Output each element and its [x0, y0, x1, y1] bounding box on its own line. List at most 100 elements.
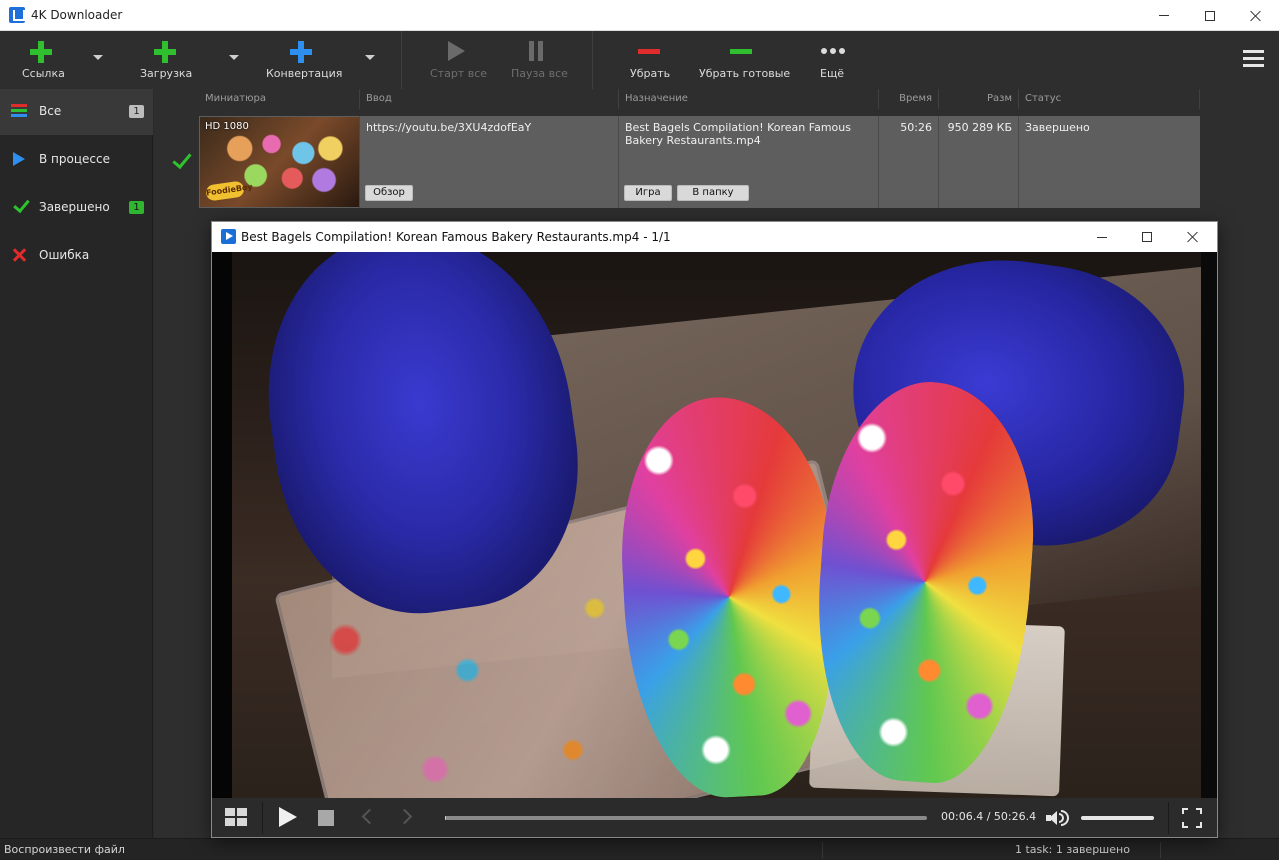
media-player-window: Best Bagels Compilation! Korean Famous B… — [212, 222, 1217, 837]
remove-done-button[interactable]: Убрать готовые — [695, 31, 791, 89]
sidebar-item-label: Ошибка — [39, 248, 90, 262]
playlist-grid-icon[interactable] — [225, 808, 247, 826]
player-app-icon — [221, 229, 236, 244]
start-all-button[interactable]: Старт все — [425, 31, 487, 89]
error-x-icon — [11, 247, 27, 263]
completed-checkmark-icon — [171, 152, 191, 172]
volume-speaker-icon[interactable] — [1046, 810, 1070, 826]
sidebar-item-in-progress[interactable]: В процессе — [0, 137, 153, 183]
sidebar-item-label: В процессе — [39, 152, 110, 166]
close-icon — [1250, 10, 1262, 22]
app-logo-icon — [9, 7, 25, 23]
column-header-thumbnail[interactable]: Миниатюра — [199, 89, 360, 109]
play-button-icon[interactable] — [279, 807, 297, 827]
add-download-label: Загрузка — [140, 67, 193, 80]
maximize-button[interactable] — [1187, 0, 1233, 31]
minus-red-icon — [638, 49, 660, 54]
convert-dropdown-chevron-icon[interactable] — [365, 55, 375, 60]
add-convert-button[interactable]: Конвертация — [262, 31, 342, 89]
volume-level — [1081, 816, 1154, 820]
next-chevron-icon[interactable] — [396, 808, 413, 825]
remove-label: Убрать — [630, 67, 671, 80]
more-label: Ещё — [820, 67, 845, 80]
count-badge: 1 — [129, 201, 144, 214]
play-icon — [448, 41, 465, 61]
column-header-size[interactable]: Разм — [939, 89, 1019, 109]
minimize-button[interactable] — [1141, 0, 1187, 31]
size-cell: 950 289 КБ — [939, 116, 1019, 208]
thumbnail-cell: HD 1080 FoodieBoy — [199, 116, 360, 208]
sidebar-item-label: Завершено — [39, 200, 110, 214]
column-header-status[interactable]: Статус — [1019, 89, 1200, 109]
previous-chevron-icon[interactable] — [361, 808, 378, 825]
stop-button-icon[interactable] — [318, 810, 334, 826]
destination-cell: Best Bagels Compilation! Korean Famous B… — [619, 116, 879, 208]
input-cell: https://youtu.be/3XU4zdofEaY Обзор — [360, 116, 619, 208]
add-link-button[interactable]: Ссылка — [8, 31, 74, 89]
add-link-label: Ссылка — [22, 67, 65, 80]
status-bar: Воспроизвести файл 1 task: 1 завершено — [0, 838, 1279, 860]
app-window: 4K Downloader Ссылка Загрузка Конвертаци… — [0, 0, 1279, 860]
player-maximize-button[interactable] — [1124, 222, 1170, 252]
sidebar-item-all[interactable]: Все 1 — [0, 89, 153, 135]
more-button[interactable]: Ещё — [812, 31, 852, 89]
controls-divider — [262, 802, 263, 834]
seek-bar[interactable] — [445, 816, 927, 820]
column-header-input[interactable]: Ввод — [360, 89, 619, 109]
start-all-label: Старт все — [430, 67, 488, 80]
play-file-button[interactable]: Игра — [624, 185, 672, 201]
sidebar-item-error[interactable]: Ошибка — [0, 233, 153, 279]
add-download-button[interactable]: Загрузка — [130, 31, 200, 89]
minimize-icon — [1097, 236, 1107, 238]
checkmark-icon — [12, 198, 28, 212]
hamburger-menu-icon[interactable] — [1243, 50, 1264, 67]
player-close-button[interactable] — [1170, 222, 1216, 252]
sidebar-item-label: Все — [39, 104, 62, 118]
destination-filename: Best Bagels Compilation! Korean Famous B… — [625, 121, 851, 147]
seek-progress — [445, 816, 446, 820]
player-controls: 00:06.4 / 50:26.4 — [212, 798, 1217, 837]
fullscreen-icon[interactable] — [1182, 808, 1202, 828]
open-folder-button[interactable]: В папку — [677, 185, 749, 201]
maximize-icon — [1142, 232, 1152, 242]
plus-green-icon — [154, 41, 176, 63]
pause-all-button[interactable]: Пауза все — [506, 31, 568, 89]
toolbar-divider — [592, 31, 593, 89]
player-minimize-button[interactable] — [1079, 222, 1125, 252]
volume-slider[interactable] — [1081, 816, 1154, 820]
toolbar: Ссылка Загрузка Конвертация Старт все Па… — [0, 31, 1279, 89]
play-triangle-icon — [13, 152, 25, 166]
time-cell: 50:26 — [879, 116, 939, 208]
minimize-icon — [1159, 15, 1169, 16]
column-header-destination[interactable]: Назначение — [619, 89, 879, 109]
status-right-text: 1 task: 1 завершено — [1015, 843, 1130, 856]
toolbar-divider — [401, 31, 402, 89]
sidebar: Все 1 В процессе Завершено 1 Ошибка — [0, 89, 153, 838]
browse-button[interactable]: Обзор — [365, 185, 413, 201]
close-icon — [1187, 231, 1199, 243]
channel-logo: FoodieBoy — [205, 180, 253, 202]
plus-blue-icon — [290, 41, 312, 63]
column-header-time[interactable]: Время — [879, 89, 939, 109]
pause-icon — [528, 41, 544, 61]
status-cell: Завершено — [1025, 121, 1090, 134]
video-frame[interactable] — [212, 252, 1217, 798]
player-title-bar: Best Bagels Compilation! Korean Famous B… — [212, 222, 1217, 252]
close-button[interactable] — [1233, 0, 1279, 31]
remove-button[interactable]: Убрать — [624, 31, 674, 89]
controls-divider — [1168, 802, 1169, 834]
maximize-icon — [1205, 10, 1215, 21]
count-badge: 1 — [129, 105, 144, 118]
download-dropdown-chevron-icon[interactable] — [229, 55, 239, 60]
letterbox-edge — [1201, 252, 1217, 798]
status-divider — [1160, 842, 1161, 858]
sidebar-item-completed[interactable]: Завершено 1 — [0, 185, 153, 231]
playback-time: 00:06.4 / 50:26.4 — [941, 810, 1037, 823]
list-icon — [11, 104, 27, 118]
player-title: Best Bagels Compilation! Korean Famous B… — [241, 230, 671, 244]
plus-green-icon — [30, 41, 52, 63]
remove-done-label: Убрать готовые — [699, 67, 791, 80]
link-dropdown-chevron-icon[interactable] — [93, 55, 103, 60]
table-row[interactable]: HD 1080 FoodieBoy https://youtu.be/3XU4z… — [199, 116, 1200, 208]
status-divider — [822, 842, 823, 858]
